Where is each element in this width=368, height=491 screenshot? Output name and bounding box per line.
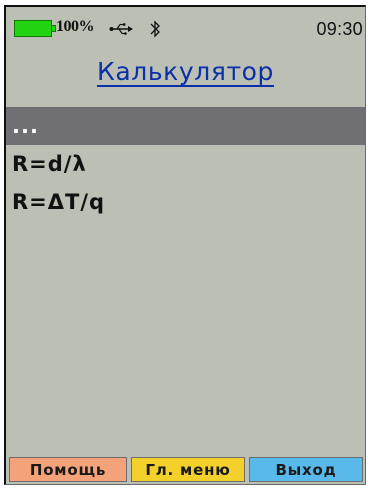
menu-item-r-dt-q[interactable]: R=ΔT/q bbox=[6, 183, 365, 221]
status-bar: 100% 09:30 bbox=[6, 7, 365, 47]
battery-icon bbox=[14, 20, 52, 37]
exit-button[interactable]: Выход bbox=[249, 457, 363, 482]
softkey-bar: Помощь Гл. меню Выход bbox=[9, 457, 363, 482]
device-screen: 100% 09:30 Калькулятор ... R=d/λ R=ΔT/q bbox=[0, 0, 368, 491]
menu-list: ... R=d/λ R=ΔT/q bbox=[6, 107, 365, 221]
usb-icon bbox=[109, 23, 133, 35]
battery-percent: 100% bbox=[56, 18, 95, 35]
help-button[interactable]: Помощь bbox=[9, 457, 127, 482]
main-menu-button[interactable]: Гл. меню bbox=[131, 457, 245, 482]
bluetooth-icon bbox=[150, 20, 160, 38]
lcd-display: 100% 09:30 Калькулятор ... R=d/λ R=ΔT/q bbox=[4, 5, 366, 485]
menu-item-r-d-lambda[interactable]: R=d/λ bbox=[6, 145, 365, 183]
menu-item-back[interactable]: ... bbox=[6, 107, 365, 145]
status-time: 09:30 bbox=[316, 19, 363, 39]
page-title: Калькулятор bbox=[96, 57, 275, 86]
